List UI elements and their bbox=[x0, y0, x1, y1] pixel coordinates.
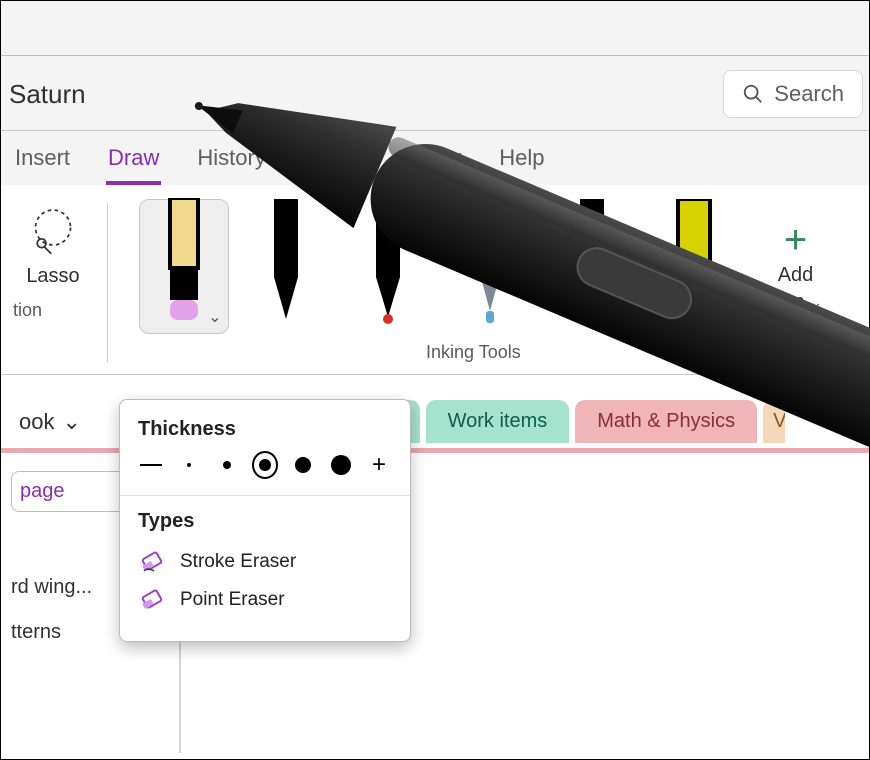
point-eraser-icon bbox=[140, 587, 166, 613]
notebook-dropdown[interactable]: ook ⌄ bbox=[9, 403, 91, 441]
plus-icon: + bbox=[784, 220, 807, 260]
type-point-eraser[interactable]: Point Eraser bbox=[138, 581, 392, 619]
section-tab-math-physics[interactable]: Math & Physics bbox=[575, 400, 757, 443]
document-title: Saturn bbox=[9, 79, 86, 110]
notebook-dropdown-label: ook bbox=[19, 409, 54, 435]
add-pen-label-2: Pen bbox=[769, 291, 805, 313]
add-pen-button[interactable]: + Add Pen ⌄ bbox=[751, 199, 841, 334]
thickness-option-6[interactable] bbox=[328, 451, 354, 479]
types-heading: Types bbox=[138, 510, 392, 533]
stroke-eraser-icon bbox=[140, 549, 166, 575]
thickness-option-1[interactable] bbox=[138, 451, 164, 479]
eraser-options-popup: Thickness + Types Stroke Eraser Point Er… bbox=[119, 399, 411, 642]
pen-slot-highlighter[interactable] bbox=[649, 199, 739, 334]
add-pen-label-1: Add bbox=[778, 264, 814, 287]
ribbon-tabs: Insert Draw History Review View Help bbox=[1, 131, 869, 185]
thickness-option-4[interactable] bbox=[252, 451, 278, 479]
thickness-option-more[interactable]: + bbox=[366, 451, 392, 479]
pen-slot-blue-pencil[interactable] bbox=[445, 199, 535, 334]
thickness-options: + bbox=[138, 451, 392, 479]
tab-history[interactable]: History bbox=[195, 141, 267, 185]
lasso-icon bbox=[25, 203, 81, 259]
ribbon-group-selection-label: tion bbox=[13, 300, 42, 321]
type-label: Point Eraser bbox=[180, 589, 285, 611]
chevron-down-icon: ⌄ bbox=[810, 294, 822, 310]
thickness-option-5[interactable] bbox=[290, 451, 316, 479]
ribbon-group-inking: ⌄ bbox=[118, 199, 861, 368]
tab-insert[interactable]: Insert bbox=[13, 141, 72, 185]
ribbon-group-selection: Lasso tion bbox=[9, 199, 97, 368]
pen-slot-charcoal-pencil[interactable] bbox=[547, 199, 637, 334]
search-placeholder: Search bbox=[774, 81, 844, 107]
pen-slot-red-pen[interactable] bbox=[343, 199, 433, 334]
red-pen-icon bbox=[358, 199, 418, 334]
tab-review[interactable]: Review bbox=[302, 141, 378, 185]
ribbon-group-inking-label: Inking Tools bbox=[426, 342, 521, 363]
pencil-eraser-icon bbox=[154, 198, 214, 333]
ribbon: Lasso tion ⌄ bbox=[1, 185, 869, 375]
window-chrome-strip bbox=[1, 1, 869, 56]
charcoal-pencil-icon bbox=[562, 199, 622, 334]
ribbon-separator bbox=[107, 203, 108, 363]
highlighter-icon bbox=[664, 199, 724, 334]
tab-draw[interactable]: Draw bbox=[106, 141, 161, 185]
thickness-option-2[interactable] bbox=[176, 451, 202, 479]
blue-pencil-icon bbox=[460, 199, 520, 334]
thickness-heading: Thickness bbox=[138, 418, 392, 441]
chevron-down-icon: ⌄ bbox=[208, 307, 221, 327]
thickness-option-3[interactable] bbox=[214, 451, 240, 479]
pen-slot-pencil-eraser[interactable]: ⌄ bbox=[139, 199, 229, 334]
tab-help[interactable]: Help bbox=[497, 141, 546, 185]
lasso-button[interactable]: Lasso bbox=[17, 199, 89, 292]
black-pen-icon bbox=[256, 199, 316, 334]
chevron-down-icon: ⌄ bbox=[62, 409, 80, 435]
section-tab-partial-right[interactable]: V bbox=[763, 400, 785, 443]
search-icon bbox=[742, 83, 764, 105]
search-box[interactable]: Search bbox=[723, 70, 863, 118]
lasso-label: Lasso bbox=[26, 265, 79, 288]
popup-separator bbox=[120, 495, 410, 496]
pen-slot-black-pen[interactable] bbox=[241, 199, 331, 334]
section-tab-work-items[interactable]: Work items bbox=[426, 400, 570, 443]
type-label: Stroke Eraser bbox=[180, 551, 296, 573]
title-bar: Saturn Search bbox=[1, 56, 869, 131]
type-stroke-eraser[interactable]: Stroke Eraser bbox=[138, 543, 392, 581]
tab-view[interactable]: View bbox=[412, 141, 463, 185]
